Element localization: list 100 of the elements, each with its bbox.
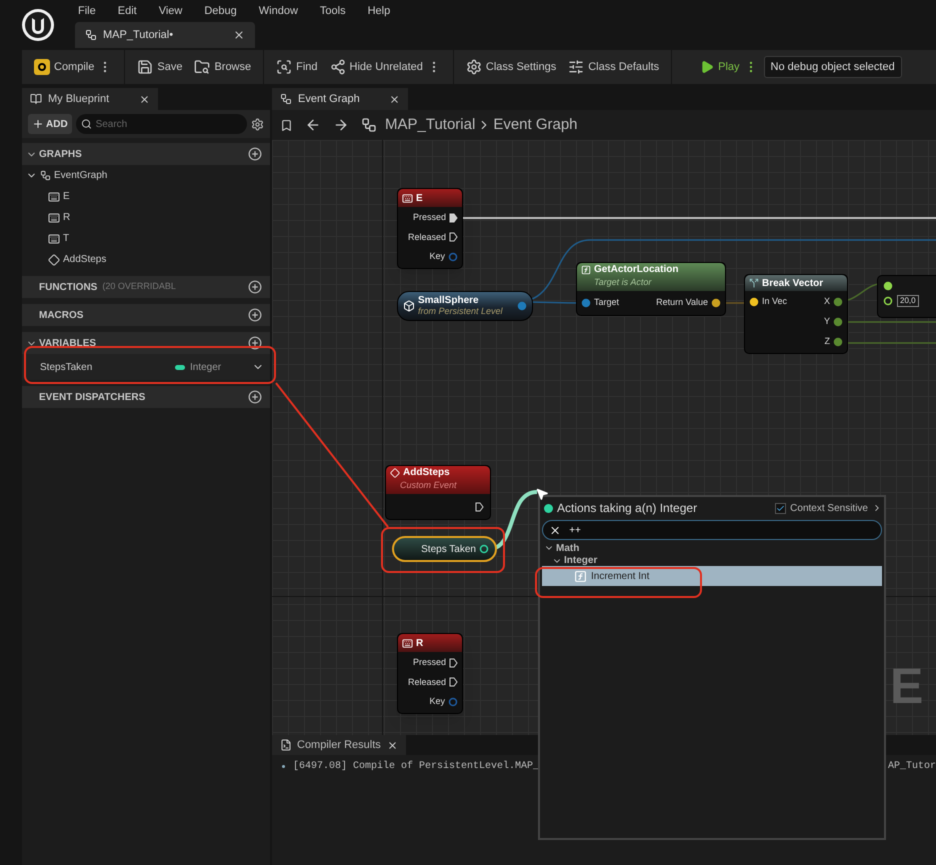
close-icon[interactable] bbox=[389, 94, 400, 104]
pin-label: Return Value bbox=[656, 296, 708, 309]
breadcrumb-item[interactable]: MAP_Tutorial bbox=[385, 114, 476, 136]
pin-icon[interactable] bbox=[479, 544, 489, 554]
input-event-node[interactable]: R Pressed Released Key bbox=[397, 633, 463, 714]
menu-item[interactable]: Window bbox=[258, 2, 298, 20]
node-title: AddSteps bbox=[403, 467, 450, 479]
menu-item[interactable]: Edit bbox=[118, 2, 137, 20]
value-field[interactable]: 20,0 bbox=[897, 295, 919, 307]
custom-event-node[interactable]: AddSteps Custom Event bbox=[385, 465, 491, 520]
variable-row[interactable]: StepsTaken Integer bbox=[22, 354, 270, 380]
section-header[interactable]: VARIABLES bbox=[22, 332, 270, 354]
search-field[interactable]: ++ bbox=[542, 520, 882, 540]
variable-node[interactable]: Steps Taken bbox=[392, 536, 497, 562]
node-title: Break Vector bbox=[762, 276, 824, 290]
add-button[interactable]: ADD bbox=[28, 114, 72, 134]
node-subtitle: Target is Actor bbox=[593, 276, 653, 288]
back-icon[interactable] bbox=[305, 117, 321, 133]
search-icon bbox=[80, 118, 92, 130]
break-vector-node[interactable]: Break Vector In Vec X Y Z bbox=[744, 274, 848, 354]
menu-item[interactable]: File bbox=[78, 2, 96, 20]
context-checkbox[interactable] bbox=[775, 502, 786, 514]
search-input[interactable]: Search bbox=[96, 116, 242, 132]
close-icon[interactable] bbox=[387, 740, 398, 750]
pin-icon[interactable] bbox=[833, 297, 843, 307]
search-input[interactable]: ++ bbox=[569, 522, 875, 538]
pin-label: X bbox=[824, 295, 830, 308]
function-node[interactable]: GetActorLocation Target is Actor Target Return Value bbox=[576, 262, 726, 316]
panel-tab[interactable]: Compiler Results bbox=[272, 735, 406, 755]
exec-pin-icon[interactable] bbox=[449, 677, 458, 688]
menu-item[interactable]: Help bbox=[368, 2, 390, 20]
debug-dropdown[interactable]: No debug object selected bbox=[764, 56, 902, 78]
menu-item[interactable]: Tools bbox=[320, 2, 346, 20]
pin-icon[interactable] bbox=[711, 298, 721, 308]
add-icon[interactable] bbox=[248, 336, 262, 350]
sliders-icon bbox=[568, 59, 584, 75]
nodes-icon bbox=[330, 59, 346, 75]
menu-item[interactable]: Debug bbox=[204, 2, 237, 20]
close-icon[interactable] bbox=[233, 29, 245, 41]
log-icon bbox=[280, 739, 292, 751]
pin-icon[interactable] bbox=[883, 281, 893, 291]
play-button[interactable]: Play bbox=[700, 58, 740, 76]
input-event-node[interactable]: E Pressed Released Key bbox=[397, 188, 463, 268]
log-line: [6497.08] Compile of PersistentLevel.MAP_ bbox=[293, 760, 540, 774]
pin-icon[interactable] bbox=[883, 296, 893, 306]
toolbar-button[interactable]: Class Defaults bbox=[568, 58, 660, 76]
menu-item[interactable]: View bbox=[158, 2, 182, 20]
pin-label: Target bbox=[594, 296, 620, 309]
compile-icon bbox=[34, 59, 50, 75]
function-icon bbox=[574, 570, 587, 582]
section-header[interactable]: EVENT DISPATCHERS bbox=[22, 386, 270, 408]
function-icon bbox=[581, 265, 591, 275]
close-icon[interactable] bbox=[139, 94, 150, 104]
toolbar-button[interactable]: Compile bbox=[34, 58, 112, 76]
exec-pin-icon[interactable] bbox=[449, 232, 458, 242]
toolbar-button[interactable]: Find bbox=[276, 58, 318, 76]
tree-item[interactable]: E bbox=[22, 186, 270, 207]
exec-pin-icon[interactable] bbox=[449, 212, 458, 223]
forward-icon[interactable] bbox=[333, 117, 349, 133]
pin-icon[interactable] bbox=[833, 337, 843, 347]
plus-icon bbox=[32, 118, 44, 130]
settings-icon[interactable] bbox=[251, 118, 264, 130]
pin-label: In Vec bbox=[762, 295, 788, 308]
tree-item[interactable]: R bbox=[22, 207, 270, 228]
add-icon[interactable] bbox=[248, 147, 262, 161]
pin-icon[interactable] bbox=[749, 297, 759, 307]
engine-logo-icon[interactable] bbox=[20, 8, 54, 42]
node-subtitle: from Persistent Level bbox=[418, 306, 504, 317]
category-row[interactable]: Math bbox=[542, 541, 882, 555]
tree-item[interactable]: EventGraph bbox=[22, 165, 270, 186]
tree-item[interactable]: AddSteps bbox=[22, 249, 270, 270]
bookmark-icon[interactable] bbox=[280, 118, 293, 132]
pin-label: Key bbox=[429, 695, 445, 708]
exec-pin-icon[interactable] bbox=[475, 502, 484, 512]
actor-reference-node[interactable]: SmallSphere from Persistent Level bbox=[397, 291, 533, 321]
add-icon[interactable] bbox=[248, 308, 262, 322]
document-tab[interactable]: MAP_Tutorial• bbox=[75, 22, 255, 48]
toolbar-button[interactable]: Hide Unrelated bbox=[330, 58, 441, 76]
add-icon[interactable] bbox=[248, 390, 262, 404]
toolbar-button[interactable]: Browse bbox=[194, 58, 252, 76]
breadcrumb-item[interactable]: Event Graph bbox=[493, 114, 578, 136]
toolbar-button[interactable]: Save bbox=[137, 58, 182, 76]
panel-tab[interactable]: My Blueprint bbox=[22, 88, 158, 110]
graph-node[interactable]: 20,0 bbox=[877, 275, 936, 318]
pin-icon[interactable] bbox=[833, 317, 843, 327]
category-row[interactable]: Integer bbox=[542, 555, 882, 566]
node-title: R bbox=[416, 636, 424, 650]
search-field[interactable]: Search bbox=[76, 114, 247, 134]
section-header[interactable]: GRAPHS bbox=[22, 143, 270, 165]
section-header[interactable]: FUNCTIONS (20 OVERRIDABL bbox=[22, 276, 270, 298]
tree-item[interactable]: T bbox=[22, 228, 270, 249]
exec-pin-icon[interactable] bbox=[449, 658, 458, 668]
section-header[interactable]: MACROS bbox=[22, 304, 270, 326]
add-icon[interactable] bbox=[248, 280, 262, 294]
pin-label: Y bbox=[824, 315, 830, 328]
toolbar-button[interactable]: Class Settings bbox=[466, 58, 556, 76]
node-subtitle: Custom Event bbox=[399, 479, 458, 491]
graph-tab[interactable]: Event Graph bbox=[272, 88, 408, 110]
action-item[interactable]: Increment Int bbox=[542, 566, 882, 586]
section-title: FUNCTIONS bbox=[39, 280, 98, 294]
